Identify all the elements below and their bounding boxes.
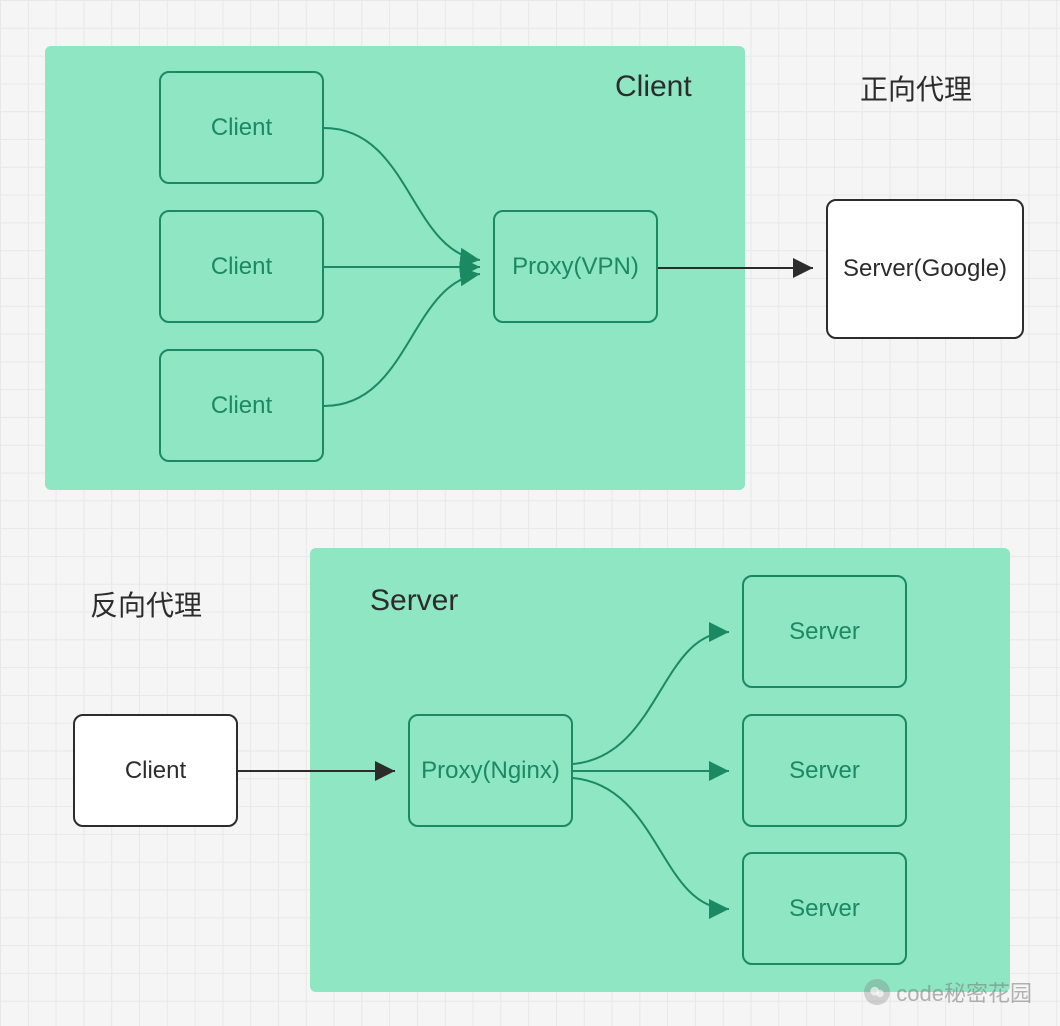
diagram-canvas: 正向代理 Client Client Client Client Proxy(V… bbox=[0, 0, 1060, 1026]
reverse-server-2: Server bbox=[742, 714, 907, 827]
wechat-icon bbox=[864, 979, 890, 1005]
reverse-proxy-box: Proxy(Nginx) bbox=[408, 714, 573, 827]
forward-client-2: Client bbox=[159, 210, 324, 323]
reverse-server-1: Server bbox=[742, 575, 907, 688]
box-label: Client bbox=[125, 757, 186, 785]
forward-server-box: Server(Google) bbox=[826, 199, 1024, 339]
box-label: Server bbox=[789, 618, 860, 646]
box-label: Server bbox=[789, 757, 860, 785]
box-label: Server bbox=[789, 895, 860, 923]
watermark-text: code秘密花园 bbox=[896, 976, 1032, 1008]
reverse-container-label: Server bbox=[370, 584, 458, 618]
forward-proxy-title: 正向代理 bbox=[860, 68, 972, 108]
reverse-proxy-title: 反向代理 bbox=[90, 584, 202, 624]
reverse-server-3: Server bbox=[742, 852, 907, 965]
box-label: Proxy(Nginx) bbox=[421, 757, 560, 785]
box-label: Client bbox=[211, 392, 272, 420]
forward-client-3: Client bbox=[159, 349, 324, 462]
reverse-client-box: Client bbox=[73, 714, 238, 827]
forward-container-label: Client bbox=[615, 70, 692, 104]
forward-proxy-box: Proxy(VPN) bbox=[493, 210, 658, 323]
watermark: code秘密花园 bbox=[864, 976, 1032, 1008]
box-label: Client bbox=[211, 114, 272, 142]
box-label: Client bbox=[211, 253, 272, 281]
forward-client-1: Client bbox=[159, 71, 324, 184]
box-label: Server(Google) bbox=[843, 255, 1007, 283]
box-label: Proxy(VPN) bbox=[512, 253, 639, 281]
